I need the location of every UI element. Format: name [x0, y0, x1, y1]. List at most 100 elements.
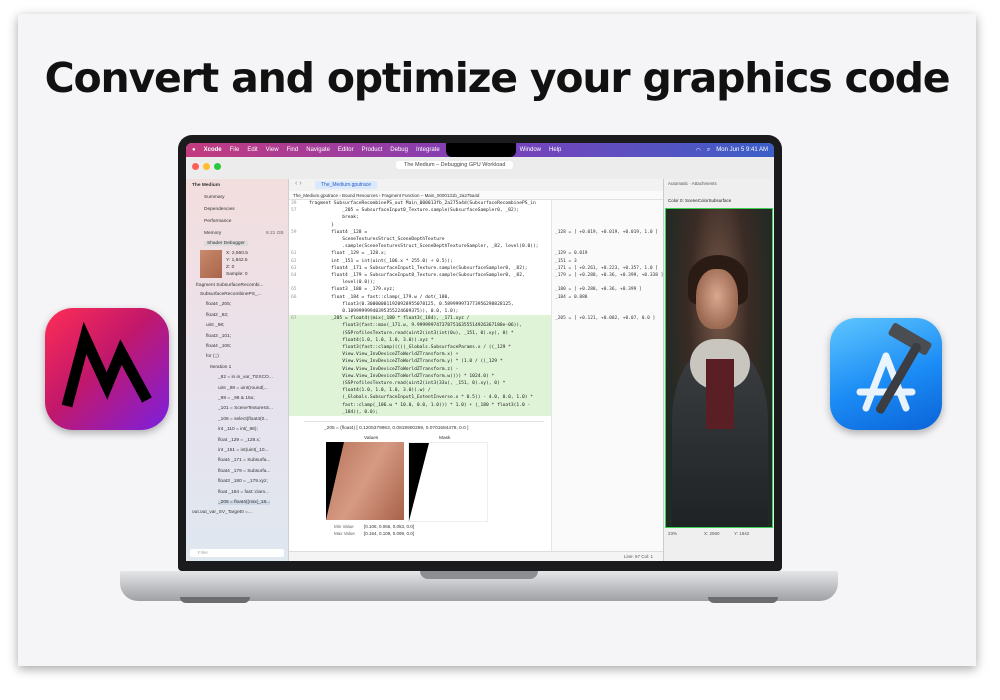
tree-item[interactable]: float3 _101;	[206, 334, 231, 339]
tree-item[interactable]: uint _98;	[206, 323, 224, 328]
code-line[interactable]: 62 int _151 = int(uint(_106.x * 255.0) +…	[289, 258, 551, 265]
max-value: [0.164, 0.109, 0.099, 0.0]	[364, 531, 415, 536]
sidebar-item-performance[interactable]: Performance	[204, 219, 231, 224]
menu-window[interactable]: Window	[520, 147, 541, 153]
tree-item[interactable]: float _184 = fast::clam...	[218, 490, 269, 495]
code-text: float4(1.0, 1.0, 1.0, 3.0)).xyz *	[309, 337, 434, 343]
code-line[interactable]: 64 float4 _179 = SubsurfaceInput0_Textur…	[289, 272, 551, 279]
value-annotation: _205 = [ +0.121, +0.082, +0.07, 0.0 ]	[555, 316, 656, 322]
code-line[interactable]: }	[289, 222, 551, 229]
tree-item[interactable]: uint _98 = uint(round(...	[218, 386, 268, 391]
attachment-viewer: Automatic · Attachments Color 0: SceneCo…	[663, 179, 774, 561]
menu-product[interactable]: Product	[362, 147, 383, 153]
tree-item[interactable]: _101 = SceneTexturesS...	[218, 406, 273, 411]
tree-item[interactable]: for (;;)	[206, 354, 219, 359]
tree-item[interactable]: float _129 = _128.x;	[218, 438, 260, 443]
code-text: 0.10999999940395355224609375)), 0.0, 1.0…	[309, 309, 459, 315]
code-line[interactable]: 65 float3 _180 = _179.xyz;	[289, 286, 551, 293]
menu-clock[interactable]: Mon Jun 5 9:41 AM	[716, 147, 768, 153]
tree-item[interactable]: int _110 = int(_98);	[218, 427, 258, 432]
tree-item[interactable]: float2 _82;	[206, 313, 228, 318]
tree-item[interactable]: _82 = in.in_var_TEXCO...	[218, 375, 273, 380]
xcode-app-icon	[830, 312, 948, 430]
menu-integrate[interactable]: Integrate	[416, 147, 440, 153]
menu-view[interactable]: View	[266, 147, 279, 153]
pixel-x: X: 2,560.5	[226, 251, 248, 256]
code-text: float _184 = fast::clamp(_179.w / dot(_1…	[309, 294, 451, 300]
code-line[interactable]: .sample(SceneTexturesStruct_SceneDepthTe…	[289, 243, 551, 250]
project-name[interactable]: The Medium	[192, 183, 220, 188]
menu-edit[interactable]: Edit	[247, 147, 257, 153]
tree-item[interactable]: _205 = float4((mix(_18...	[218, 500, 271, 505]
code-line[interactable]: 57 _205 = SubsurfaceInput0_Texture.sampl…	[289, 207, 551, 214]
tree-item[interactable]: Iteration 1	[210, 365, 231, 370]
code-line[interactable]: View.View_InvDeviceZToWorldZTransform.z)…	[289, 365, 551, 373]
code-line[interactable]: break;	[289, 214, 551, 221]
search-icon[interactable]: ⌕	[707, 147, 710, 154]
code-line[interactable]: 0.10999999940395355224609375)), 0.0, 1.0…	[289, 308, 551, 315]
code-line[interactable]: float4(1.0, 1.0, 1.0, 3.0)).xyz *	[289, 336, 551, 345]
menu-find[interactable]: Find	[287, 147, 299, 153]
minimize-window-button[interactable]	[203, 163, 210, 170]
tree-item[interactable]: float4 _106;	[206, 344, 231, 349]
shader-debugger-item[interactable]: Shader Debugger	[204, 241, 248, 246]
code-line[interactable]: 67 _205 = float4((mix(_180 * float3(_184…	[289, 315, 551, 323]
macbook-pro: ● Xcode File Edit View Find Navigate Edi…	[120, 135, 838, 615]
code-line[interactable]: (SSProfilesTexture.read(uint2(int3(33u),…	[289, 380, 551, 388]
menu-navigate[interactable]: Navigate	[306, 147, 330, 153]
menu-file[interactable]: File	[230, 147, 240, 153]
headline: Convert and optimize your graphics code	[44, 54, 951, 102]
code-line[interactable]: View.View_InvDeviceZToWorldZTransform.y)…	[289, 358, 551, 366]
code-line[interactable]: View.View_InvDeviceZToWorldZTransform.x)…	[289, 351, 551, 359]
menu-help[interactable]: Help	[549, 147, 561, 153]
code-line[interactable]: float4(1.0, 1.0, 1.0, 3.0)).w) /	[289, 387, 551, 395]
code-line[interactable]: 39 fragment SubsurfaceRecombinePS_out Mai…	[289, 200, 551, 207]
render-target-preview[interactable]	[665, 208, 773, 528]
menu-editor[interactable]: Editor	[338, 147, 354, 153]
tab-medium-gputrace[interactable]: The_Medium.gputrace	[315, 181, 378, 189]
apple-menu-icon[interactable]: ●	[192, 147, 196, 153]
code-text: (SSProfilesTexture.read(uint2(int3(33u),…	[309, 381, 506, 387]
tree-item[interactable]: SubsurfaceRecombinePS_...	[200, 292, 262, 297]
code-line[interactable]: (SSProfilesTexture.read(uint2(int3(int(0…	[289, 329, 551, 337]
code-line[interactable]: _184)), 0.0);	[289, 408, 551, 417]
code-line[interactable]: SceneTexturesStruct_SceneDepthTexture	[289, 236, 551, 243]
code-line[interactable]: float3(fast::max(_171.w, 9.9999997473787…	[289, 322, 551, 330]
code-line[interactable]: fast::clamp(_106.w * 10.0, 0.0, 1.0))) *…	[289, 401, 551, 409]
menu-app-name[interactable]: Xcode	[204, 147, 222, 153]
value-annotation: _179 = [ +0.288, +0.36, +0.399, +0.338 ]	[555, 273, 664, 278]
line-number: 65	[291, 287, 297, 293]
tree-item[interactable]: _106 = select(float4(0...	[218, 417, 268, 422]
wifi-icon[interactable]: ◠	[696, 147, 701, 154]
back-forward-icon[interactable]: ‹ ›	[295, 180, 302, 187]
code-line[interactable]: level(0.0));	[289, 279, 551, 286]
tree-item[interactable]: int _151 = int(uint(_10...	[218, 448, 269, 453]
attachment-mode[interactable]: Automatic · Attachments	[668, 181, 717, 186]
code-line[interactable]: 61 float _129 = _128.x;	[289, 250, 551, 257]
code-line[interactable]: 59 float4 _128 =	[289, 229, 551, 236]
filter-field[interactable]: Filter	[190, 549, 284, 557]
code-text: float _129 = _128.x;	[309, 251, 387, 257]
zoom-window-button[interactable]	[214, 163, 221, 170]
menu-debug[interactable]: Debug	[390, 147, 408, 153]
tree-item[interactable]: out.out_var_SV_Target0 =...	[192, 510, 252, 515]
code-line[interactable]: float3(fast::clamp(((((_Globals.Subsurfa…	[289, 344, 551, 352]
laptop-screen: ● Xcode File Edit View Find Navigate Edi…	[186, 143, 774, 561]
close-window-button[interactable]	[192, 163, 199, 170]
tree-item[interactable]: float4 _205;	[206, 302, 231, 307]
sidebar-item-dependencies[interactable]: Dependencies	[204, 207, 235, 212]
code-line[interactable]: 66 float _184 = fast::clamp(_179.w / dot…	[289, 294, 551, 301]
sidebar-item-memory[interactable]: Memory	[204, 231, 221, 236]
fragment-function-item[interactable]: fragment SubsurfaceRecombi...	[196, 283, 263, 288]
code-line[interactable]: View.View_InvDeviceZToWorldZTransform.w)…	[289, 372, 551, 381]
zoom-level[interactable]: 23%	[668, 531, 677, 536]
tree-item[interactable]: float4 _171 = Subsurfa...	[218, 458, 270, 463]
code-line[interactable]: float3(0.300000011920928955078125, 0.589…	[289, 301, 551, 308]
code-line[interactable]: (_Globals.SubsurfaceInput1_ExtentInverse…	[289, 394, 551, 402]
tree-item[interactable]: float3 _180 = _179.xyz;	[218, 479, 268, 484]
mask-column-title: Mask	[439, 436, 451, 441]
tree-item[interactable]: _98 = _98 & 15u;	[218, 396, 255, 401]
sidebar-item-summary[interactable]: Summary	[204, 195, 225, 200]
code-line[interactable]: 63 float4 _171 = SubsurfaceInput1_Textur…	[289, 265, 551, 272]
tree-item[interactable]: float4 _179 = Subsurfa...	[218, 469, 270, 474]
